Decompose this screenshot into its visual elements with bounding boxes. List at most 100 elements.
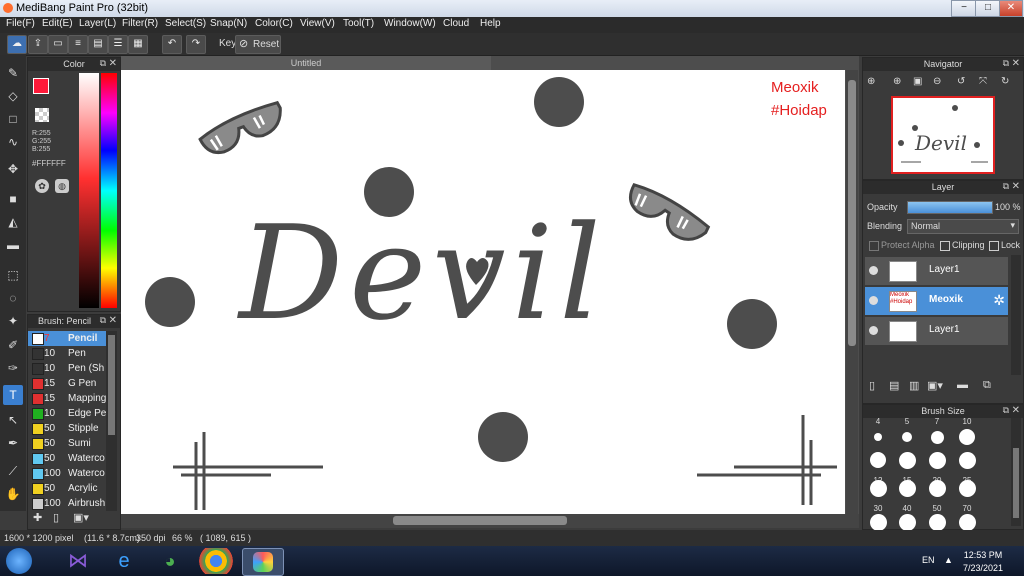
brush-item[interactable]: 10 Pen <box>28 346 106 361</box>
menu-snap[interactable]: Snap(N) <box>210 18 247 29</box>
select-tool-icon[interactable]: ⬚ <box>3 265 23 285</box>
start-button[interactable] <box>6 548 32 574</box>
new-layer-icon[interactable]: ▯ <box>869 379 875 392</box>
brush-size-dot[interactable] <box>869 479 887 497</box>
layer-row[interactable]: Layer1 <box>865 317 1008 346</box>
horizontal-scroll-thumb[interactable] <box>393 516 567 525</box>
brush-tool-icon[interactable]: ✎ <box>3 63 23 83</box>
brush-size-dot[interactable] <box>928 479 946 497</box>
brush-size-dot[interactable] <box>870 452 886 468</box>
detach-icon[interactable]: ⧉ <box>1003 181 1009 192</box>
eraser-tool-icon[interactable]: ◇ <box>3 86 23 106</box>
flip-icon[interactable]: ⤧ <box>979 76 987 87</box>
menu-filter[interactable]: Filter(R) <box>122 18 158 29</box>
brush-item[interactable]: 10 Pen (Sh <box>28 361 106 376</box>
close-icon[interactable]: ✕ <box>1012 181 1020 192</box>
eye-icon[interactable] <box>869 266 878 275</box>
tray-expand-icon[interactable]: ▲ <box>944 555 953 565</box>
gradient-tool-icon[interactable]: ▬ <box>3 235 23 255</box>
rectangle-tool-icon[interactable]: □ <box>3 109 23 129</box>
page-icon[interactable]: ▤ <box>88 35 108 54</box>
color-picker-icon[interactable]: ◍ <box>55 179 69 193</box>
divide-tool-icon[interactable]: ⟋ <box>3 461 23 481</box>
brush-menu-icon[interactable]: ▣▾ <box>73 511 89 524</box>
brush-item[interactable]: 15 G Pen <box>28 376 106 391</box>
close-icon[interactable]: ✕ <box>109 58 117 69</box>
brush-item[interactable]: 100 Waterco <box>28 466 106 481</box>
primary-color-swatch[interactable] <box>33 78 49 94</box>
hand-tool-icon[interactable]: ✋ <box>3 484 23 504</box>
language-indicator[interactable]: EN <box>922 555 935 565</box>
rotate-right-icon[interactable]: ↻ <box>1001 76 1009 87</box>
new-halftone-layer-icon[interactable]: ▤ <box>889 379 899 392</box>
close-icon[interactable]: ✕ <box>1012 58 1020 69</box>
bucket-tool-icon[interactable]: ◭ <box>3 212 23 232</box>
drawing-canvas[interactable]: Devil Meoxik #Hoidap <box>121 70 845 514</box>
list-icon[interactable]: ☰ <box>108 35 128 54</box>
brush-item[interactable]: 50 Acrylic <box>28 481 106 496</box>
brush-size-dot[interactable] <box>874 433 882 441</box>
detach-icon[interactable]: ⧉ <box>1003 405 1009 416</box>
chrome-icon[interactable] <box>196 548 236 574</box>
share-icon[interactable]: ⇪ <box>28 35 48 54</box>
move-tool-icon[interactable]: ✥ <box>3 159 23 179</box>
navigator-preview[interactable]: Devil <box>891 96 995 174</box>
eye-icon[interactable] <box>869 296 878 305</box>
brush-item[interactable]: 50 Stipple <box>28 421 106 436</box>
brush-size-dot[interactable] <box>898 514 916 531</box>
clock[interactable]: 12:53 PM 7/23/2021 <box>958 549 1008 575</box>
palette-icon[interactable]: ✿ <box>35 179 49 193</box>
document-tab[interactable]: Untitled <box>121 56 491 70</box>
brush-item[interactable]: 15 Mapping <box>28 391 106 406</box>
brush-item[interactable]: 7 Pencil <box>28 331 106 346</box>
lasso-tool-icon[interactable]: ◌ <box>3 288 23 308</box>
transparent-color-swatch[interactable] <box>35 108 49 122</box>
zoom-in-alt-icon[interactable]: ⊕ <box>893 76 901 87</box>
reset-button[interactable]: ⊘ Reset <box>235 35 281 54</box>
brush-size-dot[interactable] <box>902 432 912 442</box>
lock-checkbox[interactable] <box>989 241 999 251</box>
brush-item[interactable]: 50 Waterco <box>28 451 106 466</box>
close-icon[interactable]: ✕ <box>109 315 117 326</box>
canvas-horizontal-scrollbar[interactable] <box>121 514 859 528</box>
opacity-slider[interactable] <box>907 201 993 214</box>
menu-color[interactable]: Color(C) <box>255 18 293 29</box>
redo-icon[interactable]: ↷ <box>186 35 206 54</box>
zoom-out-icon[interactable]: ⊖ <box>933 76 941 87</box>
menu-select[interactable]: Select(S) <box>165 18 206 29</box>
brush-item[interactable]: 10 Edge Pe <box>28 406 106 421</box>
grid-icon[interactable]: ▦ <box>128 35 148 54</box>
saturation-bar[interactable] <box>79 73 99 308</box>
layer-row[interactable]: Layer1 <box>865 257 1008 286</box>
menu-view[interactable]: View(V) <box>300 18 335 29</box>
close-icon[interactable]: ✕ <box>1012 405 1020 416</box>
visual-studio-icon[interactable]: ⋈ <box>58 548 98 574</box>
clipping-checkbox[interactable] <box>940 241 950 251</box>
menu-tool[interactable]: Tool(T) <box>343 18 374 29</box>
brush-size-dot[interactable] <box>930 430 944 444</box>
menu-help[interactable]: Help <box>480 18 501 29</box>
new-page-icon[interactable]: ▯ <box>53 511 59 524</box>
menu-cloud[interactable]: Cloud <box>443 18 469 29</box>
brush-item[interactable]: 50 Sumi <box>28 436 106 451</box>
internet-explorer-icon[interactable]: e <box>104 548 144 574</box>
fit-icon[interactable]: ▣ <box>913 76 922 87</box>
brush-item[interactable]: 100 Airbrush <box>28 496 106 511</box>
brush-size-dot[interactable] <box>959 429 975 445</box>
comment-icon[interactable]: ▭ <box>48 35 68 54</box>
add-layer-menu-icon[interactable]: ▣▾ <box>927 379 943 392</box>
detach-icon[interactable]: ⧉ <box>1003 58 1009 69</box>
menu-file[interactable]: File(F) <box>6 18 35 29</box>
duplicate-layer-icon[interactable]: ⧉ <box>983 379 991 392</box>
select-pen-icon[interactable]: ✐ <box>3 335 23 355</box>
canvas-vertical-scrollbar[interactable] <box>846 70 858 514</box>
medibang-taskbar-button[interactable] <box>242 548 284 576</box>
folder-icon[interactable]: ▬ <box>957 379 968 391</box>
maximize-button[interactable]: □ <box>975 0 1001 17</box>
brush-size-scrollbar[interactable] <box>1011 418 1021 526</box>
brush-size-dot[interactable] <box>958 514 976 531</box>
menu-edit[interactable]: Edit(E) <box>42 18 73 29</box>
add-brush-icon[interactable]: ✚ <box>33 511 42 524</box>
brush-size-dot[interactable] <box>869 514 887 531</box>
dot-tool-icon[interactable]: ∿ <box>3 132 23 152</box>
